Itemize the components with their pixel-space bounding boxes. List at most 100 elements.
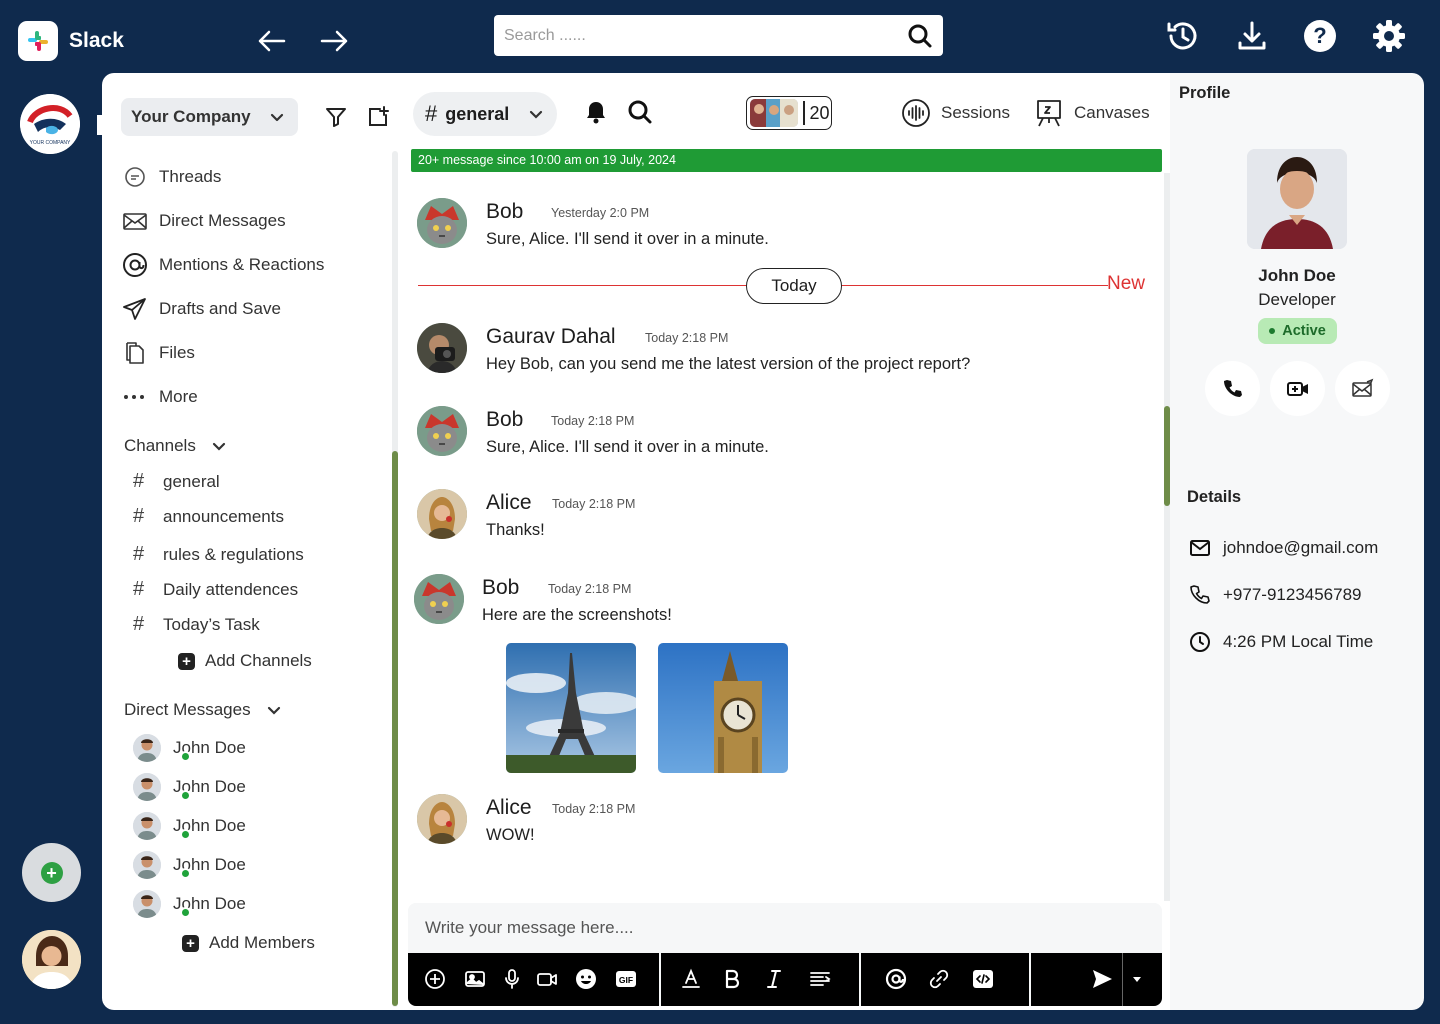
emoji-icon[interactable] — [574, 967, 598, 991]
message-timestamp: Today 2:18 PM — [552, 497, 636, 511]
microphone-icon[interactable] — [500, 967, 524, 991]
message-author[interactable]: Alice — [486, 491, 532, 515]
search-icon[interactable] — [907, 23, 933, 49]
slack-logo-icon[interactable] — [18, 21, 58, 61]
message-author[interactable]: Bob — [482, 576, 519, 600]
channel-item-rules[interactable]: # rules & regulations — [133, 543, 304, 566]
italic-icon[interactable] — [762, 967, 786, 991]
new-messages-banner[interactable]: 20+ message since 10:00 am on 19 July, 2… — [411, 149, 1162, 172]
nav-files[interactable]: Files — [122, 340, 195, 366]
nav-threads[interactable]: Threads — [122, 164, 221, 190]
channel-selector[interactable]: # general — [413, 92, 557, 136]
channel-item-todays-task[interactable]: # Today’s Task — [133, 613, 260, 636]
message-text: Sure, Alice. I'll send it over in a minu… — [486, 438, 769, 456]
video-call-button[interactable] — [1270, 361, 1325, 416]
at-icon — [123, 253, 147, 277]
cat-avatar — [417, 198, 467, 248]
channel-label: Today’s Task — [163, 614, 260, 634]
clock-icon — [1190, 632, 1210, 652]
dm-item[interactable]: John Doe — [133, 890, 246, 918]
send-email-button[interactable] — [1335, 361, 1390, 416]
eiffel-tower-image[interactable] — [506, 643, 636, 773]
dm-item[interactable]: John Doe — [133, 734, 246, 762]
mention-icon[interactable] — [884, 967, 908, 991]
nav-label: Mentions & Reactions — [159, 255, 325, 274]
forward-arrow-icon[interactable] — [317, 24, 351, 58]
download-icon[interactable] — [1234, 18, 1270, 54]
new-message-icon[interactable] — [366, 105, 390, 129]
dm-avatar — [133, 773, 161, 801]
online-status-dot — [180, 868, 191, 879]
channels-section-toggle[interactable]: Channels — [124, 436, 228, 456]
hash-icon: # — [133, 578, 145, 600]
toolbar-separator — [659, 953, 661, 1006]
settings-gear-icon[interactable] — [1371, 18, 1407, 54]
link-icon[interactable] — [927, 967, 951, 991]
hash-icon: # — [425, 101, 438, 126]
search-bar[interactable] — [494, 15, 943, 56]
channels-section-title: Channels — [124, 436, 196, 455]
hash-icon: # — [133, 470, 145, 492]
channel-label: announcements — [163, 506, 284, 526]
message-timestamp: Today 2:18 PM — [552, 802, 636, 816]
back-arrow-icon[interactable] — [255, 24, 289, 58]
canvases-link[interactable]: Canvases — [1034, 98, 1150, 128]
company-workspace-avatar[interactable]: YOUR COMPANY — [20, 94, 80, 154]
message-author[interactable]: Alice — [486, 796, 532, 820]
dm-avatar — [133, 851, 161, 879]
code-block-icon[interactable] — [971, 967, 995, 991]
channel-item-announcements[interactable]: # announcements — [133, 505, 284, 528]
profile-panel-title: Profile — [1179, 84, 1231, 102]
bell-icon[interactable] — [583, 99, 609, 125]
big-ben-image[interactable] — [658, 643, 788, 773]
send-options-caret-icon[interactable] — [1125, 967, 1149, 991]
image-icon[interactable] — [463, 967, 487, 991]
call-button[interactable] — [1205, 361, 1260, 416]
bold-icon[interactable] — [720, 967, 744, 991]
date-divider-pill: Today — [746, 268, 842, 304]
online-status-dot — [180, 829, 191, 840]
scrollbar-thumb[interactable] — [392, 451, 398, 1006]
send-icon[interactable] — [1090, 967, 1114, 991]
channel-item-daily-attendences[interactable]: # Daily attendences — [133, 578, 298, 601]
add-attachment-icon[interactable] — [423, 967, 447, 991]
profile-phone-row[interactable]: +977-9123456789 — [1189, 584, 1362, 606]
message-input[interactable] — [408, 903, 1162, 953]
add-workspace-button[interactable]: + — [22, 843, 81, 902]
dm-item[interactable]: John Doe — [133, 773, 246, 801]
workspace-selector[interactable]: Your Company — [121, 98, 298, 136]
nav-drafts-and-save[interactable]: Drafts and Save — [122, 296, 281, 322]
gif-icon[interactable]: GIF — [614, 967, 638, 991]
files-icon — [126, 342, 144, 364]
text-color-icon[interactable] — [679, 967, 703, 991]
search-icon[interactable] — [627, 99, 653, 125]
nav-more[interactable]: More — [122, 384, 198, 410]
dm-item[interactable]: John Doe — [133, 812, 246, 840]
profile-email-row[interactable]: johndoe@gmail.com — [1189, 537, 1378, 559]
member-avatars — [750, 99, 798, 127]
message-text: Hey Bob, can you send me the latest vers… — [486, 355, 971, 373]
current-user-avatar[interactable] — [22, 930, 81, 989]
separator — [803, 101, 805, 125]
nav-mentions-reactions[interactable]: Mentions & Reactions — [122, 252, 324, 278]
profile-photo[interactable] — [1247, 149, 1347, 249]
sidebar-scrollbar[interactable] — [392, 151, 398, 1007]
paragraph-format-icon[interactable] — [808, 967, 832, 991]
message-author[interactable]: Bob — [486, 408, 523, 432]
history-icon[interactable] — [1165, 18, 1201, 54]
channel-item-general[interactable]: # general — [133, 470, 220, 493]
help-icon[interactable]: ? — [1302, 18, 1338, 54]
nav-direct-messages[interactable]: Direct Messages — [122, 208, 286, 234]
add-members-button[interactable]: + Add Members — [182, 933, 315, 953]
filter-icon[interactable] — [324, 105, 348, 129]
dm-item[interactable]: John Doe — [133, 851, 246, 879]
direct-messages-section-toggle[interactable]: Direct Messages — [124, 700, 283, 720]
search-input[interactable] — [494, 15, 874, 56]
status-badge: Active — [1258, 318, 1337, 344]
channel-members-button[interactable]: 20 — [746, 96, 832, 130]
video-icon[interactable] — [535, 967, 559, 991]
message-author[interactable]: Gaurav Dahal — [486, 325, 616, 349]
message-author[interactable]: Bob — [486, 200, 523, 224]
add-channels-button[interactable]: + Add Channels — [178, 651, 312, 671]
sessions-link[interactable]: Sessions — [901, 98, 1010, 128]
